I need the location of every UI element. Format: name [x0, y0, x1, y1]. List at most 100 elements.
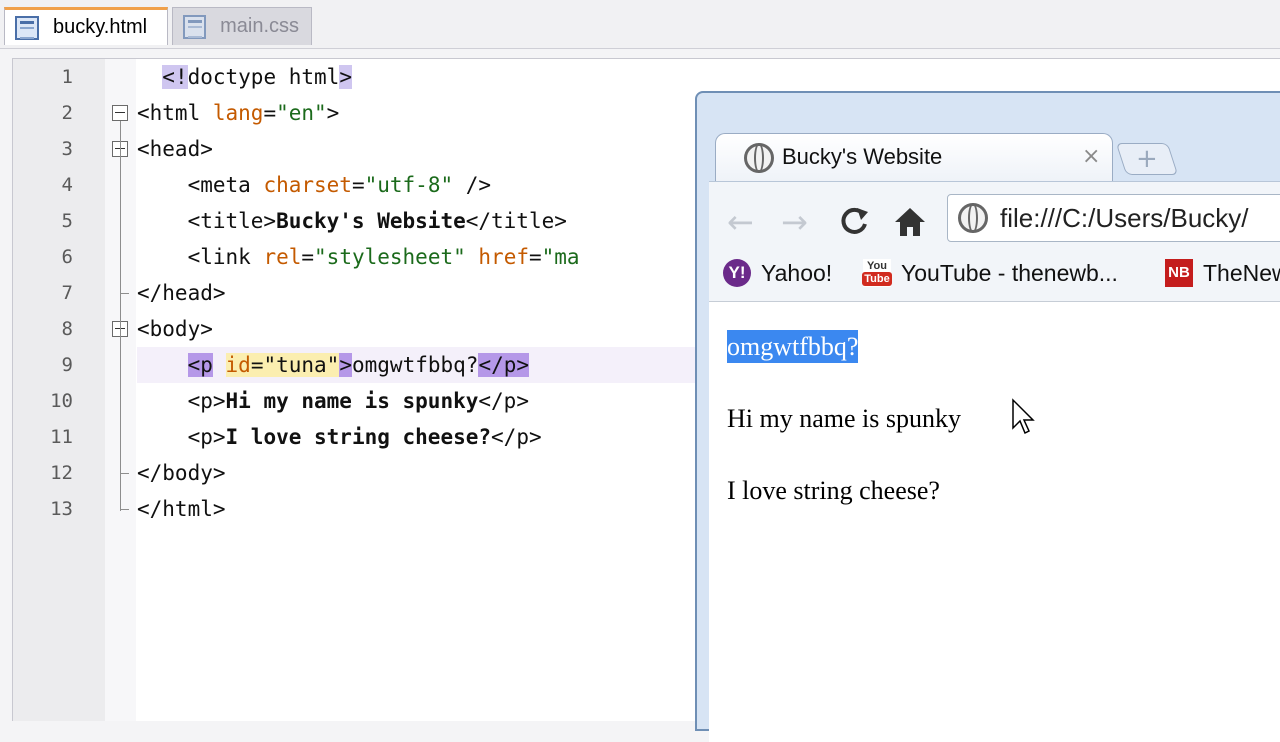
bookmark-yahoo[interactable]: Y! Yahoo! — [723, 248, 832, 298]
code-text: <!doctype html> — [137, 59, 352, 95]
line-number: 2 — [61, 102, 73, 124]
newboston-icon: NB — [1165, 259, 1193, 287]
line-number: 6 — [61, 246, 73, 268]
line-number: 8 — [61, 318, 73, 340]
code-token: <p> — [137, 389, 226, 413]
browser-toolbar: ← → file:///C:/Users/Bucky/ Y! Yahoo! Yo… — [709, 181, 1280, 302]
code-line[interactable]: 1 <!doctype html> — [13, 59, 1280, 95]
paragraph-tuna: omgwtfbbq? — [727, 330, 859, 363]
bookmark-thenewboston[interactable]: NB TheNew — [1165, 248, 1280, 298]
code-text: <html lang="en"> — [137, 95, 339, 131]
home-icon[interactable] — [893, 202, 927, 251]
fold-guide — [120, 473, 129, 474]
fold-toggle-icon[interactable] — [112, 105, 128, 121]
code-token: </head> — [137, 281, 226, 305]
code-token: Hi my name is spunky — [225, 389, 479, 413]
fold-guide — [120, 337, 121, 473]
code-token: /> — [453, 173, 492, 197]
code-token: > — [339, 65, 352, 89]
url-text: file:///C:/Users/Bucky/ — [1000, 203, 1249, 233]
plus-icon: + — [1136, 144, 1158, 174]
line-number: 13 — [50, 498, 73, 520]
code-token: = — [528, 245, 542, 269]
code-token: <link — [137, 245, 264, 269]
code-token: <meta — [137, 173, 264, 197]
code-token: <title> — [137, 209, 277, 233]
fold-guide — [120, 509, 129, 510]
forward-arrow-icon[interactable]: → — [781, 202, 808, 242]
fold-guide — [120, 293, 129, 294]
code-token: </p> — [491, 425, 542, 449]
paragraph: I love string cheese? — [727, 476, 940, 505]
close-tab-icon[interactable]: × — [1082, 134, 1100, 180]
code-token: charset — [263, 173, 352, 197]
code-token: <! — [162, 65, 188, 89]
code-token: I love string cheese? — [225, 425, 492, 449]
yahoo-icon: Y! — [723, 259, 751, 287]
bookmark-youtube[interactable]: You Tube YouTube - thenewb... — [862, 248, 1118, 298]
code-token: "utf-8" — [364, 173, 454, 197]
line-number: 1 — [61, 66, 73, 88]
file-icon — [183, 14, 207, 39]
code-text: <meta charset="utf-8" /> — [137, 167, 492, 203]
browser-tab-title: Bucky's Website — [782, 144, 943, 169]
code-text: <title>Bucky's Website</title> — [137, 203, 567, 239]
youtube-icon: You Tube — [862, 259, 892, 287]
code-token: <p — [187, 353, 213, 377]
paragraph: Hi my name is spunky — [727, 404, 961, 433]
line-number: 3 — [61, 138, 73, 160]
code-text: <link rel="stylesheet" href="ma — [137, 239, 580, 275]
code-token: rel — [263, 245, 302, 269]
code-token: <html — [137, 101, 213, 125]
code-text: <p id="tuna">omgwtfbbq?</p> — [137, 347, 530, 383]
tab-main-css[interactable]: main.css — [172, 7, 312, 45]
editor-tab-bar: bucky.html main.css — [0, 0, 1280, 49]
code-token: = — [263, 101, 277, 125]
line-number: 10 — [50, 390, 73, 412]
code-token: href — [478, 245, 529, 269]
globe-icon — [958, 203, 988, 233]
code-token: id — [225, 353, 251, 377]
code-token: </title> — [465, 209, 567, 233]
code-token: ="tuna" — [250, 353, 340, 377]
code-token: doctype html — [187, 65, 340, 89]
code-token: Bucky's Website — [276, 209, 466, 233]
bookmarks-bar: Y! Yahoo! You Tube YouTube - thenewb... N… — [709, 248, 1280, 298]
address-bar[interactable]: file:///C:/Users/Bucky/ — [947, 194, 1280, 242]
code-token: lang — [212, 101, 264, 125]
code-text: </html> — [137, 491, 226, 527]
line-number: 12 — [50, 462, 73, 484]
code-token: "stylesheet" — [314, 245, 466, 269]
tab-label: main.css — [220, 15, 299, 37]
line-number: 7 — [61, 282, 73, 304]
code-token: "en" — [276, 101, 327, 125]
bookmark-label: Yahoo! — [761, 259, 833, 286]
code-token: <p> — [137, 425, 226, 449]
browser-tab[interactable]: Bucky's Website × — [715, 133, 1113, 183]
line-number: 4 — [61, 174, 73, 196]
code-token: omgwtfbbq? — [352, 353, 479, 377]
reload-icon[interactable] — [837, 202, 871, 251]
code-token: > — [339, 353, 352, 377]
line-number: 11 — [50, 426, 73, 448]
fold-guide — [120, 157, 121, 293]
code-token: </body> — [137, 461, 226, 485]
new-tab-button[interactable]: + — [1115, 143, 1179, 175]
code-token: <body> — [137, 317, 213, 341]
code-token: </p> — [478, 389, 529, 413]
code-text: </head> — [137, 275, 226, 311]
code-token: "ma — [541, 245, 580, 269]
back-arrow-icon[interactable]: ← — [727, 202, 754, 242]
line-number: 5 — [61, 210, 73, 232]
code-token: = — [351, 173, 365, 197]
tab-bucky-html[interactable]: bucky.html — [4, 7, 168, 45]
code-token: <head> — [137, 137, 213, 161]
line-number: 9 — [61, 354, 73, 376]
code-text: <p>Hi my name is spunky</p> — [137, 383, 529, 419]
tab-label: bucky.html — [53, 16, 148, 38]
code-token: > — [326, 101, 340, 125]
code-token: </p> — [478, 353, 530, 377]
